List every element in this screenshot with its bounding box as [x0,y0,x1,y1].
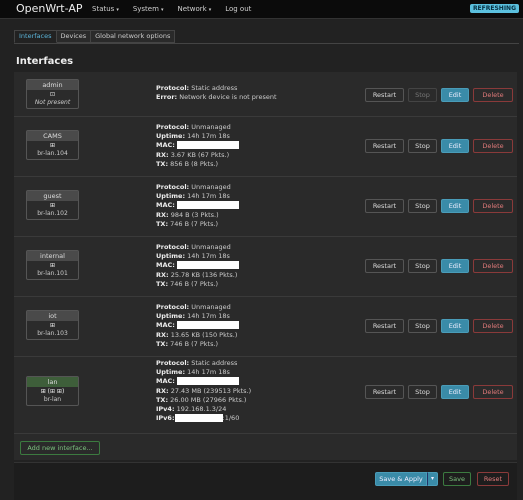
interfaces-table: admin ⊡ Not present Protocol: Static add… [14,72,517,460]
redacted-ipv6 [174,414,223,423]
delete-button[interactable]: Delete [473,139,513,153]
reset-button[interactable]: Reset [477,472,509,486]
restart-button[interactable]: Restart [365,385,404,399]
top-navbar: OpenWrt-AP Status ▾ System ▾ Network ▾ Log … [0,0,523,19]
stop-button[interactable]: Stop [408,199,437,213]
interface-row-admin: admin ⊡ Not present Protocol: Static add… [14,72,517,117]
interface-badge: guest ⊞ br-lan.102 [26,190,79,220]
interface-badge: CAMS ⊞ br-lan.104 [26,130,79,160]
row-actions: Restart Stop Edit Delete [365,385,513,399]
bridge-icon: ⊞ [49,322,56,329]
edit-button[interactable]: Edit [441,199,469,213]
interface-device: br-lan [43,396,62,403]
tab-interfaces[interactable]: Interfaces [14,30,57,43]
interface-status: Protocol: Unmanaged Uptime: 14h 17m 18s … [156,183,239,229]
row-actions: Restart Stop Edit Delete [365,88,513,102]
menu-network[interactable]: Network ▾ [177,5,211,13]
menu-status[interactable]: Status ▾ [92,5,119,13]
tab-divider [14,43,519,44]
redacted-mac [176,377,239,386]
interface-row-cams: CAMS ⊞ br-lan.104 Protocol: Unmanaged Up… [14,118,517,177]
main-menu: Status ▾ System ▾ Network ▾ Log out [92,5,251,13]
delete-button[interactable]: Delete [473,259,513,273]
edit-button[interactable]: Edit [441,385,469,399]
row-actions: Restart Stop Edit Delete [365,199,513,213]
redacted-mac [176,201,239,210]
bridge-icon: ⊞ [49,202,56,209]
interface-name: iot [27,311,78,321]
row-actions: Restart Stop Edit Delete [365,139,513,153]
tab-devices[interactable]: Devices [56,30,92,43]
restart-button[interactable]: Restart [365,319,404,333]
interface-status: Protocol: Unmanaged Uptime: 14h 17m 18s … [156,303,239,348]
interface-name: admin [27,80,78,90]
interface-row-internal: internal ⊞ br-lan.101 Protocol: Unmanage… [14,238,517,297]
refreshing-indicator[interactable]: REFRESHING [469,4,519,13]
save-apply-group: Save & Apply ▾ [375,472,438,486]
bridge-ports-icon: ⊞ (⊞ ⊞) [40,388,65,395]
interface-device: br-lan.104 [37,150,68,157]
interface-name: internal [27,251,78,261]
edit-button[interactable]: Edit [441,259,469,273]
interface-name: lan [27,377,78,387]
interface-status: Protocol: Static address Uptime: 14h 17m… [156,359,252,423]
chevron-down-icon: ▾ [160,7,164,13]
delete-button[interactable]: Delete [473,199,513,213]
interface-name: guest [27,191,78,201]
brand-title[interactable]: OpenWrt-AP [16,2,82,15]
edit-button[interactable]: Edit [441,319,469,333]
bridge-icon: ⊞ [49,262,56,269]
interface-badge: admin ⊡ Not present [26,79,79,109]
bridge-icon: ⊞ [49,142,56,149]
chevron-down-icon[interactable]: ▾ [427,472,438,486]
restart-button[interactable]: Restart [365,88,404,102]
redacted-mac [176,261,239,270]
stop-button[interactable]: Stop [408,385,437,399]
menu-logout[interactable]: Log out [225,5,251,13]
delete-button[interactable]: Delete [473,319,513,333]
tab-bar: Interfaces Devices Global network option… [14,30,176,43]
restart-button[interactable]: Restart [365,199,404,213]
edit-button[interactable]: Edit [441,139,469,153]
interface-badge: iot ⊞ br-lan.103 [26,310,79,340]
row-actions: Restart Stop Edit Delete [365,259,513,273]
stop-button[interactable]: Stop [408,259,437,273]
tab-global-options[interactable]: Global network options [91,30,176,43]
stop-button[interactable]: Stop [408,139,437,153]
page-footer [14,462,517,500]
add-interface-button[interactable]: Add new interface... [20,441,100,455]
interface-badge: internal ⊞ br-lan.101 [26,250,79,280]
interface-row-lan: lan ⊞ (⊞ ⊞) br-lan Protocol: Static addr… [14,358,517,434]
row-actions: Restart Stop Edit Delete [365,319,513,333]
interface-device: br-lan.102 [37,210,68,217]
menu-system[interactable]: System ▾ [133,5,164,13]
page-title: Interfaces [16,56,74,67]
delete-button[interactable]: Delete [473,385,513,399]
restart-button[interactable]: Restart [365,259,404,273]
chevron-down-icon: ▾ [116,7,119,13]
port-disabled-icon: ⊡ [49,91,56,98]
interface-badge: lan ⊞ (⊞ ⊞) br-lan [26,376,79,406]
stop-button[interactable]: Stop [408,88,437,102]
delete-button[interactable]: Delete [473,88,513,102]
interface-name: CAMS [27,131,78,141]
restart-button[interactable]: Restart [365,139,404,153]
interface-device: br-lan.101 [37,270,68,277]
interface-device: br-lan.103 [37,330,68,337]
interface-status: Protocol: Unmanaged Uptime: 14h 17m 18s … [156,243,239,288]
stop-button[interactable]: Stop [408,319,437,333]
interface-row-guest: guest ⊞ br-lan.102 Protocol: Unmanaged U… [14,178,517,237]
edit-button[interactable]: Edit [441,88,469,102]
interface-status: Protocol: Unmanaged Uptime: 14h 17m 18s … [156,123,239,169]
save-apply-button[interactable]: Save & Apply [375,472,427,486]
redacted-mac [176,141,239,150]
chevron-down-icon: ▾ [208,7,212,13]
save-button[interactable]: Save [443,472,471,486]
interface-row-iot: iot ⊞ br-lan.103 Protocol: Unmanaged Upt… [14,298,517,357]
redacted-mac [176,321,239,330]
interface-device: Not present [34,99,71,106]
interface-status: Protocol: Static address Error: Network … [156,84,277,102]
